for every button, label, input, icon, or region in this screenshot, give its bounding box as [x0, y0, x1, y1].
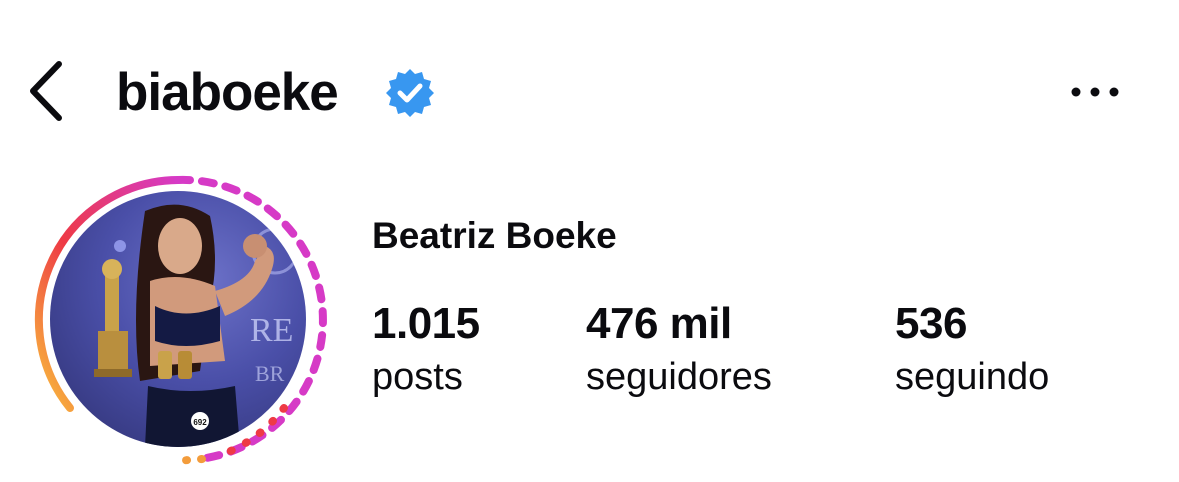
stat-following-value: 536: [895, 299, 967, 348]
stat-posts-label: posts: [372, 356, 463, 398]
svg-text:RE: RE: [250, 312, 293, 349]
stat-posts[interactable]: 1.015 posts: [372, 296, 480, 402]
athlete-photo-illustration: RE BR 692: [94, 204, 299, 447]
chevron-left-icon: [30, 61, 62, 121]
stat-followers[interactable]: 476 mil seguidores: [586, 296, 772, 402]
profile-full-name: Beatriz Boeke: [372, 215, 617, 256]
more-options-button[interactable]: [1062, 72, 1128, 112]
avatar-photo: RE BR 692: [50, 191, 306, 447]
stat-following-label: seguindo: [895, 356, 1050, 398]
stat-followers-label: seguidores: [586, 356, 772, 398]
svg-text:BR: BR: [255, 361, 285, 386]
stat-posts-value: 1.015: [372, 299, 480, 348]
profile-username: biaboeke: [116, 63, 339, 122]
profile-avatar-story[interactable]: RE BR 692: [26, 168, 330, 472]
athlete-number: 692: [193, 418, 207, 427]
verified-badge-icon: [386, 69, 434, 117]
more-horizontal-icon: [1071, 87, 1119, 97]
stat-following[interactable]: 536 seguindo: [895, 296, 1049, 402]
stat-followers-value: 476 mil: [586, 299, 732, 348]
back-button[interactable]: [20, 58, 70, 124]
